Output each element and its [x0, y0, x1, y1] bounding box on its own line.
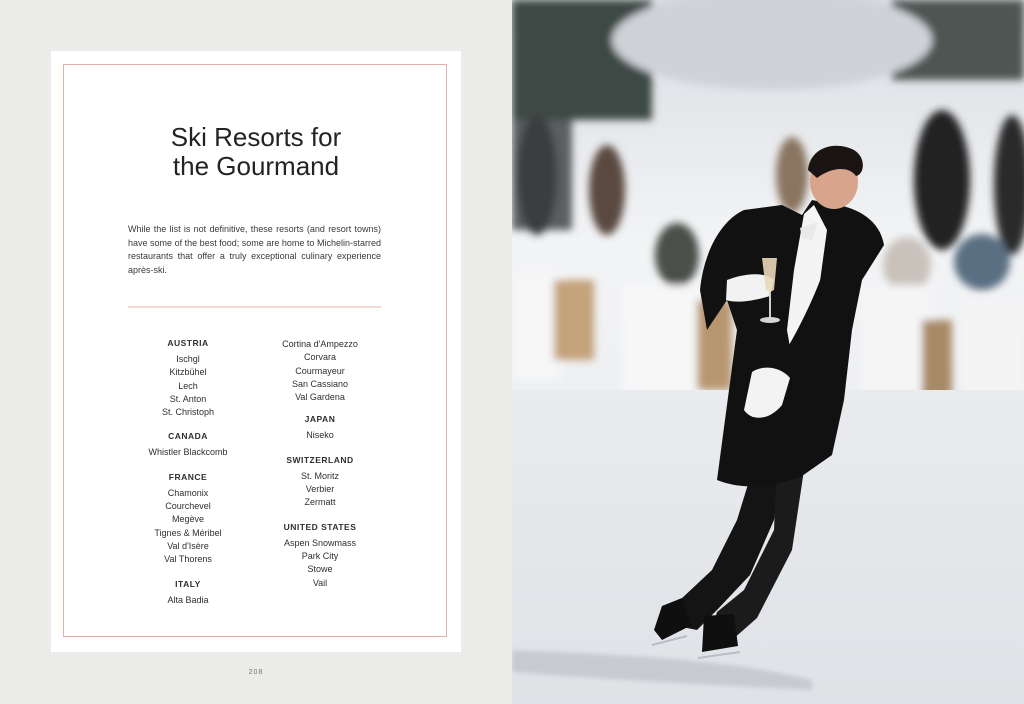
country-group: AUSTRIA Ischgl Kitzbühel Lech St. Anton St. C… [128, 338, 248, 419]
resort-name: Lech [178, 380, 198, 391]
resort-name: Vail [312, 577, 328, 588]
resort-name: Corvara [303, 352, 336, 363]
text-card: Ski Resorts for the Gourmand While the l… [51, 51, 461, 652]
resort-name: Megève [171, 514, 205, 525]
country-group: Cortina d'Ampezzo Corvara Courmayeur San Ca… [260, 338, 380, 404]
country-group: ITALY Alta Badia [128, 579, 248, 607]
country-heading: UNITED STATES [283, 521, 357, 532]
resort-name: San Cassiano [291, 378, 349, 389]
country-heading: CANADA [168, 431, 208, 442]
resort-name: Zermatt [304, 497, 336, 508]
country-heading: AUSTRIA [167, 338, 209, 348]
resort-name: Courchevel [165, 501, 211, 512]
country-group: SWITZERLAND St. Moritz Verbier Zermatt [260, 455, 380, 510]
resort-column-left: AUSTRIA Ischgl Kitzbühel Lech St. Anton St. C… [128, 338, 248, 619]
resort-name: Tignes & Méribel [154, 527, 222, 538]
page-title: Ski Resorts for the Gourmand [51, 123, 461, 181]
resort-name: Aspen Snowmass [283, 537, 357, 548]
country-heading: SWITZERLAND [286, 454, 354, 465]
skater-photo [512, 0, 1024, 704]
resort-name: Val Gardena [295, 392, 345, 403]
country-group: CANADA Whistler Blackcomb [128, 431, 248, 459]
country-group: JAPAN Niseko [260, 414, 380, 442]
title-line: Ski Resorts for [170, 122, 342, 152]
resort-name: Alta Badia [167, 594, 209, 605]
country-group: FRANCE Chamonix Courchevel Megève Tignes & M… [128, 472, 248, 567]
resort-name: St. Christoph [161, 407, 215, 418]
resort-name: Park City [301, 550, 339, 561]
resort-name: Val d'Isère [167, 540, 209, 551]
country-heading: ITALY [175, 578, 201, 589]
resort-name: Ischgl [176, 354, 200, 364]
resort-name: Niseko [306, 430, 334, 441]
resort-name: Kitzbühel [169, 367, 207, 378]
resort-name: Verbier [305, 484, 335, 495]
resort-name: Val Thorens [164, 554, 212, 565]
resort-name: Chamonix [167, 487, 209, 498]
resort-column-right: Cortina d'Ampezzo Corvara Courmayeur San Ca… [260, 338, 380, 602]
resort-name: St. Anton [169, 393, 207, 404]
resort-name: Cortina d'Ampezzo [282, 339, 358, 349]
resort-name: Stowe [307, 564, 333, 575]
title-line: the Gourmand [172, 151, 340, 181]
resort-name: St. Moritz [300, 470, 339, 481]
country-group: UNITED STATES Aspen Snowmass Park City Stow… [260, 522, 380, 590]
resort-name: Whistler Blackcomb [148, 447, 228, 458]
page-number: 208 [248, 669, 264, 676]
divider-rule [128, 306, 381, 308]
country-heading: JAPAN [304, 414, 336, 425]
intro-paragraph: While the list is not definitive, these … [128, 224, 381, 275]
left-page: Ski Resorts for the Gourmand While the l… [0, 0, 512, 704]
country-heading: FRANCE [168, 471, 208, 482]
resort-name: Courmayeur [295, 365, 345, 376]
